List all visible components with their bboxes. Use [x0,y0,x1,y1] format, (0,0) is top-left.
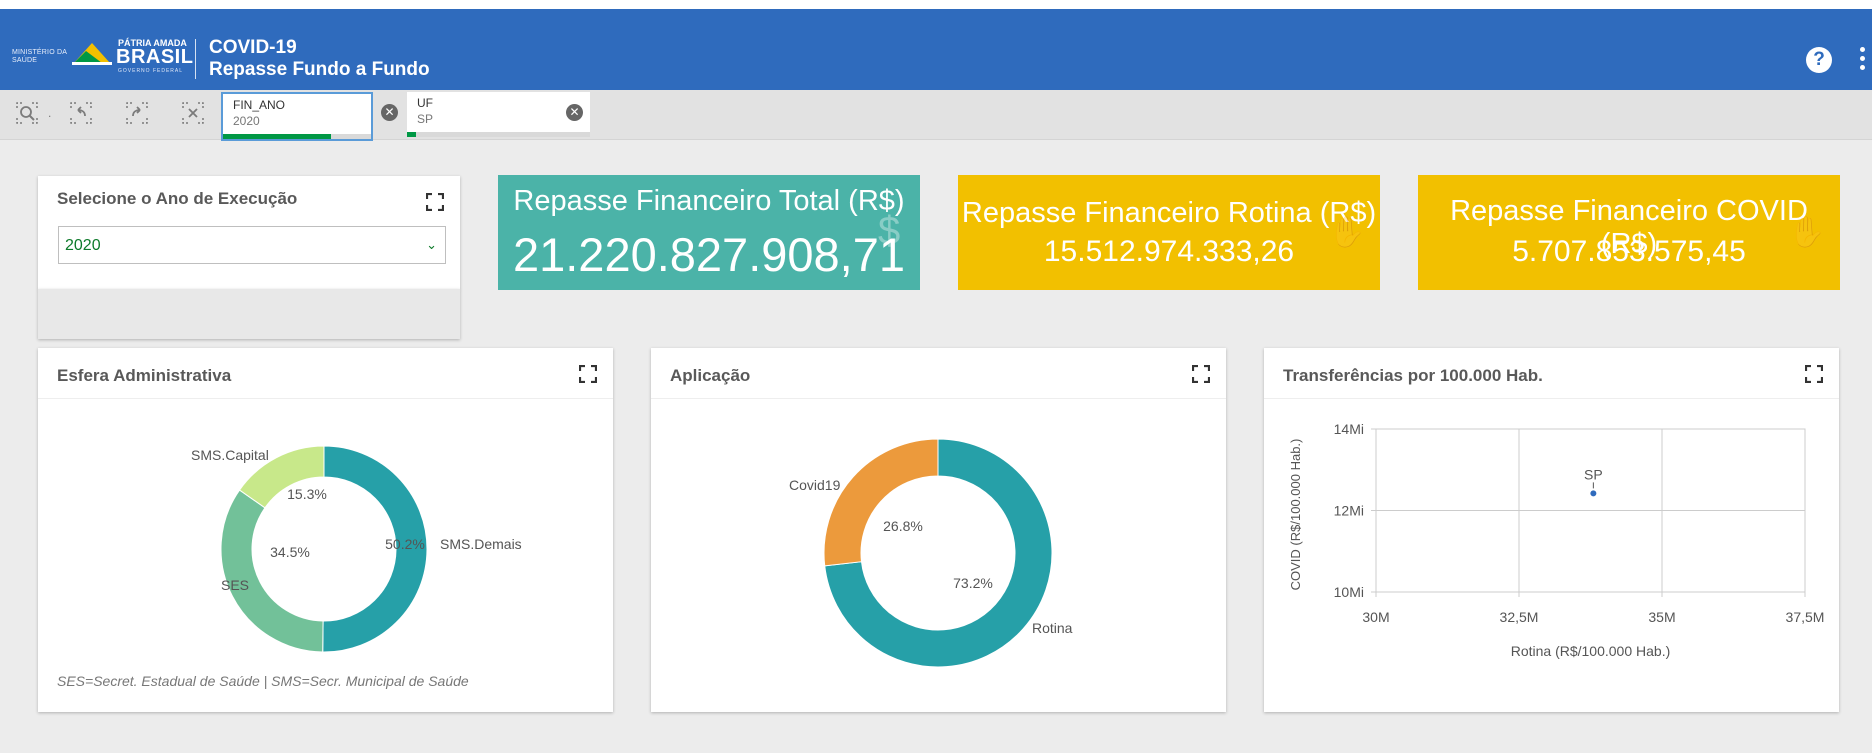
clear-fin-ano-icon[interactable]: ✕ [381,104,398,121]
x-axis-label: Rotina (R$/100.000 Hab.) [1511,643,1671,659]
chip-progress-fill [223,134,332,139]
kpi-rotina-title: Repasse Financeiro Rotina (R$) [961,197,1377,229]
year-select[interactable]: 2020 ⌄ [58,226,446,264]
expand-icon[interactable] [426,193,444,211]
transferencias-chart-card: Transferências por 100.000 Hab. 30M 32,5M… [1264,348,1839,712]
chevron-down-icon: ⌄ [426,237,437,252]
top-strip [0,0,1872,9]
selection-chip-uf[interactable]: UF SP [407,92,590,137]
chip-value: 2020 [233,114,260,128]
slice-category-label: SMS.Capital [191,447,269,463]
chip-progress-track [223,134,371,139]
esfera-footnote: SES=Secret. Estadual de Saúde | SMS=Secr… [57,673,469,689]
year-filter-card: Selecione o Ano de Execução 2020 ⌄ [38,176,460,289]
y-tick-label: 14Mi [1334,421,1364,437]
slice-percent-label: 26.8% [883,518,923,534]
smart-search-icon[interactable] [14,100,40,126]
kpi-total-title: Repasse Financeiro Total (R$) [513,185,905,217]
year-filter-footer [38,289,460,339]
year-filter-title: Selecione o Ano de Execução [57,189,298,208]
x-tick-label: 32,5M [1500,609,1539,625]
app-header: MINISTÉRIO DA SAÚDE PÁTRIA AMADA BRASIL … [0,9,1872,90]
chip-field-label: FIN_ANO [233,98,286,112]
expand-icon[interactable] [579,365,597,383]
transferencias-chart-title: Transferências por 100.000 Hab. [1283,366,1543,385]
brazil-flag-icon [72,37,112,67]
clear-selections-icon[interactable] [180,100,206,126]
kpi-rotina-card[interactable]: Repasse Financeiro Rotina (R$) 15.512.97… [958,175,1380,290]
slice-percent-label: 50.2% [385,536,425,552]
slice-percent-label: 34.5% [270,544,310,560]
more-menu-icon[interactable] [1860,47,1866,73]
kpi-covid-value: 5.707.853.575,45 [1512,235,1746,268]
slice-category-label: SMS.Demais [440,536,522,552]
selection-chip-fin-ano[interactable]: FIN_ANO 2020 [221,92,373,141]
hand-money-icon: $ [878,209,901,253]
kpi-total-card[interactable]: Repasse Financeiro Total (R$) 21.220.827… [498,175,920,290]
transferencias-scatter-chart[interactable]: 30M 32,5M 35M 37,5M 10Mi 12Mi 14Mi SP Rotina (R$… [1264,399,1839,699]
slice-category-label: Covid19 [789,477,841,493]
y-tick-label: 12Mi [1334,503,1364,519]
aplicacao-chart-title: Aplicação [670,366,751,385]
aplicacao-donut-chart[interactable]: 73.2% Rotina 26.8% Covid19 [651,399,1226,699]
slice-category-label: Rotina [1032,620,1073,636]
slice-category-label: SES [221,577,249,593]
clear-uf-icon[interactable]: ✕ [566,104,583,121]
point-label: SP [1584,466,1603,482]
x-tick-label: 35M [1648,609,1675,625]
esfera-chart-card: Esfera Administrativa 50.2% SMS.Demais 34.… [38,348,613,712]
kpi-rotina-value: 15.512.974.333,26 [1043,235,1295,268]
hand-icon: ✋ [1328,216,1366,249]
x-tick-label: 30M [1362,609,1389,625]
chip-value: SP [417,112,434,126]
expand-icon[interactable] [1805,365,1823,383]
step-forward-icon[interactable] [124,100,150,126]
kpi-covid-card[interactable]: Repasse Financeiro COVID (R$) 5.707.853.… [1418,175,1840,290]
slice-percent-label: 15.3% [287,486,327,502]
help-icon[interactable]: ? [1806,47,1832,73]
chip-progress-track [407,132,590,137]
slice-covid19[interactable] [823,438,939,567]
esfera-donut-chart[interactable]: 50.2% SMS.Demais 34.5% SES 15.3% SMS.Capital [38,399,613,659]
step-back-icon[interactable] [68,100,94,126]
app-title: COVID-19 [209,37,297,58]
toolbar-dot: . [48,106,52,120]
app-subtitle: Repasse Fundo a Fundo [209,59,430,80]
slice-ses[interactable] [220,489,324,653]
esfera-chart-title: Esfera Administrativa [57,366,232,385]
header-divider [195,39,196,79]
kpi-total-value: 21.220.827.908,71 [512,228,906,281]
data-point[interactable] [1590,490,1597,497]
ministry-logo-text: MINISTÉRIO DA SAÚDE [12,49,70,65]
brand-logo-text: BRASIL [116,46,194,68]
expand-icon[interactable] [1192,365,1210,383]
slice-percent-label: 73.2% [953,575,993,591]
x-tick-label: 37,5M [1786,609,1825,625]
y-axis-label: COVID (R$/100.000 Hab.) [1288,439,1303,591]
year-select-value: 2020 [65,237,101,254]
y-tick-label: 10Mi [1334,584,1364,600]
brand-sub: GOVERNO FEDERAL [118,68,184,74]
aplicacao-chart-card: Aplicação 73.2% Rotina 26.8% Covid19 [651,348,1226,712]
chip-progress-fill [407,132,417,137]
ministry-label: MINISTÉRIO DA SAÚDE [12,49,67,64]
hand-icon: ✋ [1788,216,1826,249]
chip-field-label: UF [417,96,433,110]
